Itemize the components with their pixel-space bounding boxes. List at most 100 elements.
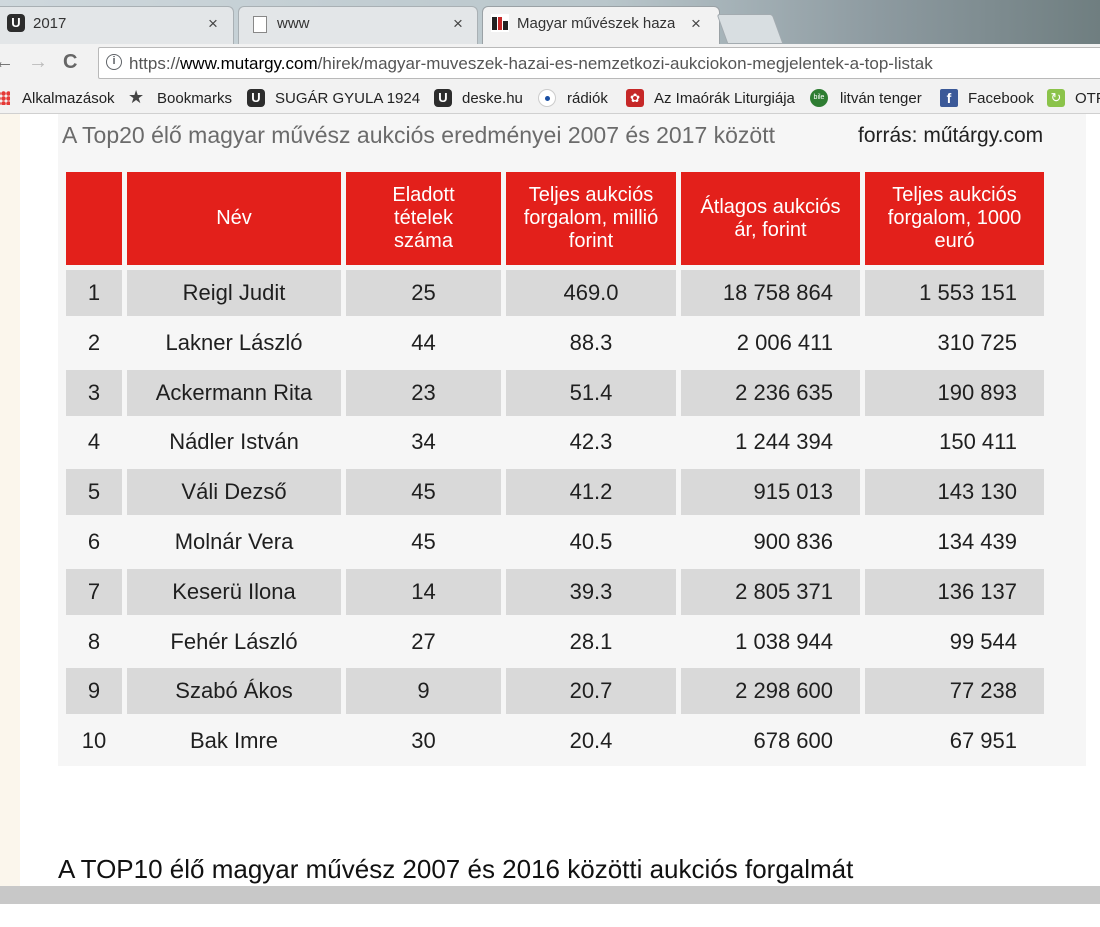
cell-average-price-value: 2 805 371	[735, 578, 833, 604]
table-row: 4 Nádler István 34 42.3 1 244 394 150 411	[66, 419, 1044, 465]
page-content: A Top20 élő magyar művész aukciós eredmé…	[0, 114, 1100, 886]
table-row: 1 Reigl Judit 25 469.0 18 758 864 1 553 151	[66, 270, 1044, 316]
bookmark-apps[interactable]: Alkalmazások	[22, 90, 115, 107]
cell-total-eur-value: 1 553 151	[919, 280, 1017, 305]
otp-icon: ↻	[1047, 89, 1065, 107]
cell-name: Ackermann Rita	[127, 369, 341, 416]
reload-icon[interactable]: C	[63, 51, 77, 74]
tab-active-article[interactable]: Magyar művészek hazai ×	[482, 6, 720, 44]
cell-items-sold: 27	[411, 628, 436, 654]
cell-total-eur: 134 439	[865, 519, 1044, 565]
cell-total-eur: 143 130	[865, 469, 1044, 516]
header-items-sold: Eladott tételek száma	[346, 172, 501, 265]
cell-items-sold: 45	[346, 469, 501, 516]
cell-total-huf: 20.7	[506, 668, 676, 715]
header-name: Név	[127, 172, 341, 265]
bookmark-sugar-gyula[interactable]: SUGÁR GYULA 1924	[275, 90, 420, 107]
url-scheme: https://	[129, 54, 181, 73]
cell-rank: 3	[66, 369, 122, 416]
cell-average-price-value: 2 006 411	[736, 329, 833, 355]
cell-items-sold: 30	[411, 728, 436, 754]
address-bar[interactable]: i https://www.mutargy.com/hirek/magyar-m…	[98, 47, 1100, 79]
bookmark-imaorak[interactable]: Az Imaórák Liturgiája	[654, 90, 795, 107]
tab-close-icon[interactable]: ×	[691, 14, 701, 34]
info-icon[interactable]: i	[106, 54, 122, 70]
tab-label: www	[277, 15, 310, 32]
table-source: forrás: műtárgy.com	[858, 124, 1044, 147]
cell-rank: 5	[66, 469, 122, 516]
cell-total-eur-value: 134 439	[937, 529, 1017, 554]
cell-average-price-value: 1 038 944	[735, 628, 833, 654]
cell-total-huf: 469.0	[506, 270, 676, 316]
cell-average-price: 678 600	[681, 718, 860, 764]
url-path: /hirek/magyar-muveszek-hazai-es-nemzetko…	[317, 54, 933, 73]
page-icon	[253, 16, 267, 33]
tab-www[interactable]: www ×	[238, 6, 478, 44]
cell-average-price: 1 038 944	[681, 619, 860, 665]
cell-total-eur: 99 544	[865, 619, 1044, 665]
cell-name: Nádler István	[169, 429, 299, 455]
u-logo-icon: U	[434, 89, 452, 107]
cell-total-huf: 88.3	[569, 329, 613, 355]
cell-total-eur-value: 143 130	[937, 479, 1017, 505]
cell-total-huf: 20.4	[569, 728, 613, 754]
cell-items-sold: 45	[411, 529, 436, 554]
cell-items-sold: 9	[346, 668, 501, 715]
cell-rank: 1	[66, 270, 122, 316]
cell-average-price-value: 2 298 600	[735, 678, 833, 704]
url-host: www.mutargy.com	[180, 54, 318, 73]
cell-total-huf: 41.2	[506, 469, 676, 516]
cell-rank: 4	[87, 429, 101, 455]
cell-total-eur-value: 67 951	[949, 728, 1017, 754]
new-tab-button[interactable]	[716, 14, 784, 44]
bookmark-facebook[interactable]: Facebook	[968, 90, 1034, 107]
cell-average-price: 1 244 394	[681, 419, 860, 465]
prayer-icon: ✿	[626, 89, 644, 107]
cell-average-price-value: 900 836	[753, 529, 833, 554]
cell-items-sold: 14	[346, 568, 501, 615]
tab-close-icon[interactable]: ×	[453, 14, 463, 34]
cell-total-eur: 136 137	[865, 568, 1044, 615]
bile-icon: bile	[810, 89, 828, 107]
table-row: 6 Molnár Vera 45 40.5 900 836 134 439	[66, 519, 1044, 565]
cell-rank: 10	[81, 728, 107, 754]
forward-arrow-icon[interactable]: →	[28, 51, 48, 74]
cell-average-price: 2 805 371	[681, 568, 860, 615]
horizontal-scrollbar[interactable]	[0, 886, 1100, 904]
tab-2017[interactable]: U 2017 ×	[0, 6, 234, 44]
cell-rank: 6	[87, 529, 101, 554]
cell-items-sold: 44	[411, 329, 436, 355]
table-row: 9 Szabó Ákos 9 20.7 2 298 600 77 238	[66, 668, 1044, 715]
tab-close-icon[interactable]: ×	[208, 14, 218, 34]
cell-name: Molnár Vera	[174, 529, 294, 554]
bookmark-radiok[interactable]: rádiók	[567, 90, 608, 107]
cell-total-eur-value: 190 893	[937, 379, 1017, 405]
tab-label: 2017	[33, 15, 67, 32]
back-arrow-icon[interactable]: ←	[0, 51, 14, 74]
cell-total-eur-value: 310 725	[937, 329, 1017, 355]
table-row: 3 Ackermann Rita 23 51.4 2 236 635 190 893	[66, 369, 1044, 416]
cell-total-eur-value: 77 238	[949, 678, 1017, 704]
cell-name: Keserü Ilona	[127, 568, 341, 615]
table-title: A Top20 élő magyar művész aukciós eredmé…	[62, 122, 775, 148]
cell-total-eur-value: 99 544	[949, 628, 1017, 654]
bookmark-litvan-tenger[interactable]: litván tenger	[840, 90, 922, 107]
bookmark-otp[interactable]: OTP	[1075, 90, 1100, 107]
cell-total-eur: 77 238	[865, 668, 1044, 715]
cell-total-huf: 51.4	[506, 369, 676, 416]
u-logo-icon: U	[7, 14, 25, 32]
bookmark-deske[interactable]: deske.hu	[462, 90, 523, 107]
cell-average-price-value: 915 013	[753, 479, 833, 505]
bookmark-bookmarks[interactable]: Bookmarks	[157, 90, 232, 107]
cell-average-price-value: 18 758 864	[722, 280, 833, 305]
cell-total-eur: 150 411	[865, 419, 1044, 465]
table-row: 10 Bak Imre 30 20.4 678 600 67 951	[66, 718, 1044, 764]
url-text[interactable]: https://www.mutargy.com/hirek/magyar-muv…	[129, 54, 933, 74]
cell-average-price-value: 678 600	[753, 728, 833, 754]
cell-name: Szabó Ákos	[127, 668, 341, 715]
cell-name: Fehér László	[170, 628, 298, 654]
table-row: 5 Váli Dezső 45 41.2 915 013 143 130	[66, 469, 1044, 516]
cell-average-price: 18 758 864	[681, 270, 860, 316]
cell-average-price: 915 013	[681, 469, 860, 516]
cell-average-price: 900 836	[681, 519, 860, 565]
